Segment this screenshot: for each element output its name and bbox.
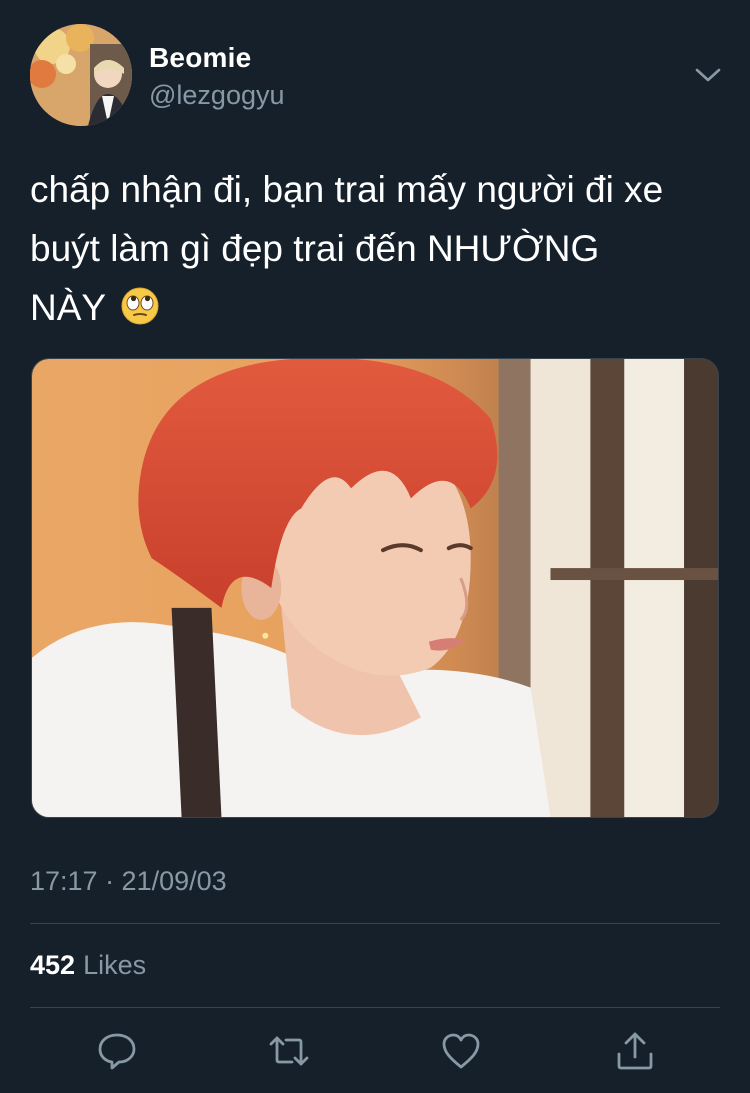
divider (30, 923, 720, 924)
display-name[interactable]: Beomie (149, 42, 251, 74)
tweet-text: chấp nhận đi, bạn trai mấy người đi xe b… (30, 160, 720, 337)
tweet-image[interactable] (31, 358, 719, 818)
user-handle[interactable]: @lezgogyu (149, 80, 285, 111)
likes-count: 452 (30, 950, 76, 980)
reply-icon[interactable] (96, 1030, 138, 1072)
tweet-text-line-2: buýt làm gì đẹp trai đến NHƯỜNG (30, 228, 600, 269)
tweet-timestamp[interactable]: 17:17 · 21/09/03 (30, 866, 227, 897)
avatar[interactable] (30, 24, 132, 126)
likes-label: Likes (83, 950, 147, 980)
likes-stat[interactable]: 452 Likes (30, 950, 146, 981)
chevron-down-icon[interactable] (692, 62, 724, 88)
tweet-card: Beomie @lezgogyu chấp nhận đi, bạn trai … (0, 0, 750, 1093)
share-icon[interactable] (614, 1030, 656, 1072)
divider (30, 1007, 720, 1008)
tweet-text-line-1: chấp nhận đi, bạn trai mấy người đi xe (30, 169, 664, 210)
avatar-image (30, 24, 132, 126)
retweet-icon[interactable] (268, 1030, 310, 1072)
tweet-text-line-3: NÀY (30, 287, 106, 328)
like-heart-icon[interactable] (440, 1030, 482, 1072)
face-with-rolling-eyes-icon (120, 284, 160, 325)
